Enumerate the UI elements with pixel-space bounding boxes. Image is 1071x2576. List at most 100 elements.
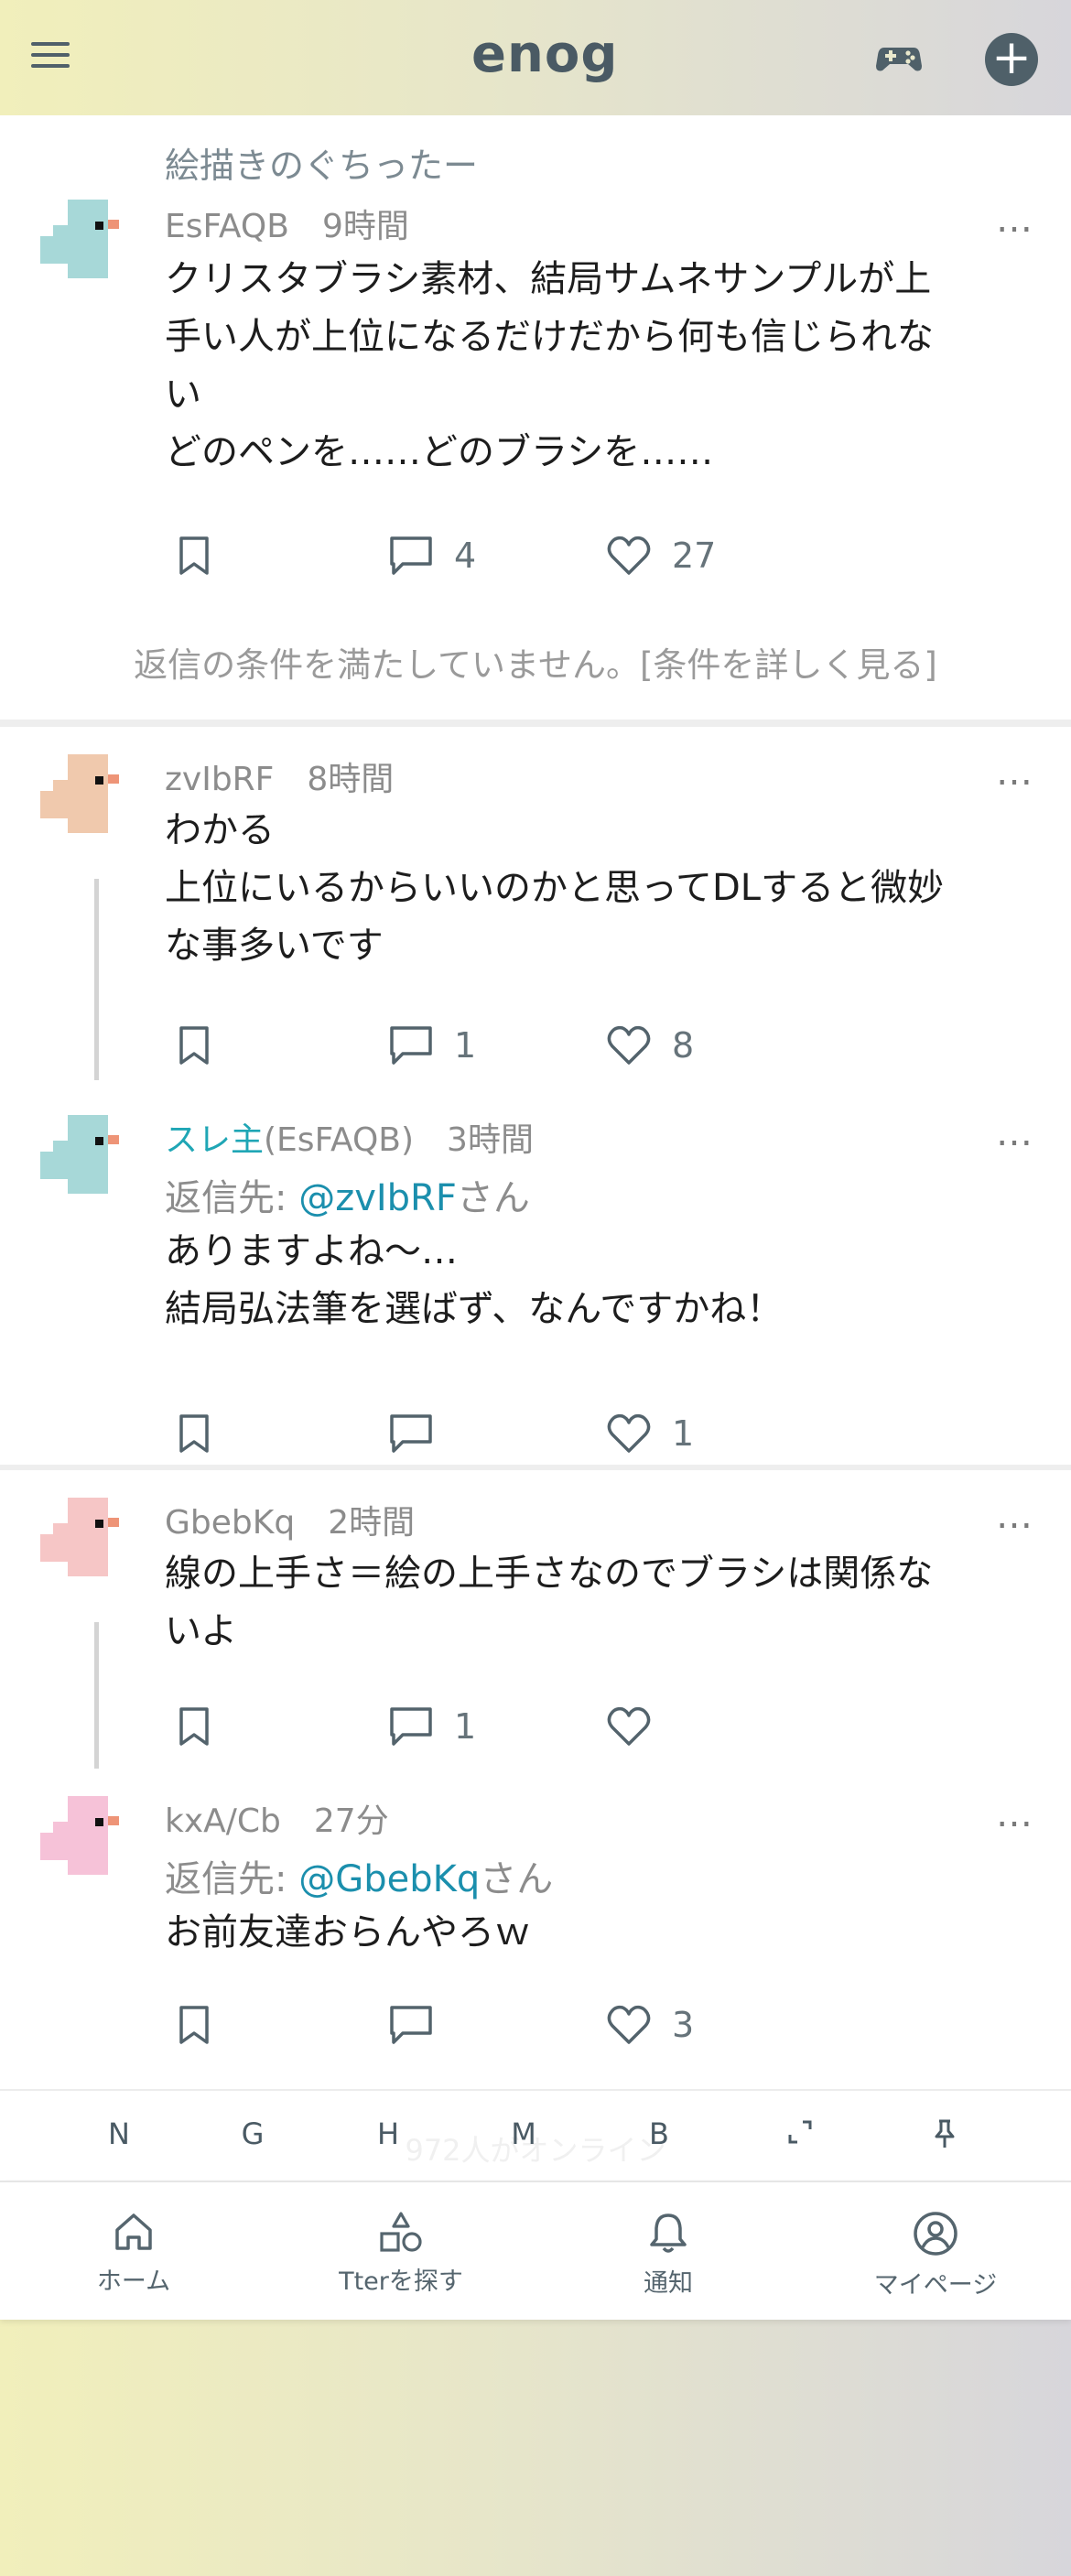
user-circle-icon bbox=[914, 2212, 957, 2256]
like-count: 3 bbox=[672, 2005, 695, 2045]
like-button[interactable] bbox=[606, 1699, 672, 1754]
post-item: GbebKq 2時間 … 線の上手さ＝絵の上手さなのでブラシは関係な いよ 1 bbox=[0, 1470, 1071, 1769]
mention-link[interactable]: @GbebKq bbox=[298, 1858, 480, 1900]
heart-icon bbox=[607, 536, 651, 575]
avatar[interactable] bbox=[40, 1796, 132, 1875]
heart-icon bbox=[607, 1025, 651, 1065]
notice-text: 返信の条件を満たしていません。 bbox=[134, 645, 640, 685]
nav-label: ホーム bbox=[96, 2268, 171, 2296]
post-body: クリスタブラシ素材、結局サムネサンプルが上 手い人が上位になるだけだから何も信じ… bbox=[165, 258, 934, 473]
like-button[interactable]: 1 bbox=[606, 1406, 694, 1461]
community-name[interactable]: 絵描きのぐちったー bbox=[165, 137, 478, 188]
post-item: kxA/Cb 27分 … 返信先: @GbebKqさん お前友達おらんやろｗ 3 bbox=[0, 1769, 1071, 2089]
bookmark-button[interactable] bbox=[176, 1699, 212, 1754]
nav-explore[interactable]: Tterを探す bbox=[282, 2210, 520, 2297]
hamburger-menu-icon[interactable] bbox=[31, 38, 71, 71]
app-logo[interactable]: enog bbox=[471, 29, 618, 81]
comment-button[interactable]: 4 bbox=[388, 528, 476, 583]
op-label: スレ主 bbox=[165, 1121, 265, 1159]
post-body: ありますよね〜… 結局弘法筆を選ばず、なんですかね！ bbox=[165, 1230, 784, 1330]
comment-count: 1 bbox=[454, 1706, 477, 1747]
like-button[interactable]: 27 bbox=[606, 528, 716, 583]
author-name[interactable]: GbebKq bbox=[165, 1504, 295, 1542]
bottom-navigation: ホーム Tterを探す 通知 マイページ bbox=[0, 2181, 1071, 2320]
shortcut-key-b[interactable]: B bbox=[641, 2116, 677, 2151]
like-count: 1 bbox=[672, 1413, 695, 1454]
comment-count: 1 bbox=[454, 1025, 477, 1066]
comment-button[interactable] bbox=[388, 1406, 454, 1461]
bookmark-button[interactable] bbox=[176, 1997, 212, 2052]
heart-icon bbox=[607, 1706, 651, 1746]
avatar[interactable] bbox=[40, 200, 132, 278]
bookmark-icon bbox=[179, 1707, 209, 1746]
comment-count: 4 bbox=[454, 536, 477, 576]
author-name[interactable]: kxA/Cb bbox=[165, 1802, 281, 1840]
heart-icon bbox=[607, 1413, 651, 1453]
thread-feed: 絵描きのぐちったー EsFAQB 9時間 … クリスタブラシ素材、結局サムネサンプ… bbox=[0, 115, 1071, 2318]
shortcut-key-m[interactable]: M bbox=[505, 2116, 542, 2151]
shortcut-bar: 972人がオンライン N G H M B bbox=[0, 2089, 1071, 2182]
post-header: スレ主(EsFAQB) 3時間 bbox=[165, 1113, 534, 1161]
shortcut-key-g[interactable]: G bbox=[234, 2116, 271, 2151]
heart-icon bbox=[607, 2005, 651, 2044]
nav-label: Tterを探す bbox=[339, 2268, 463, 2296]
author-name[interactable]: EsFAQB bbox=[165, 208, 289, 245]
bell-icon bbox=[650, 2213, 687, 2253]
avatar[interactable] bbox=[40, 1498, 132, 1576]
conditions-link[interactable]: [条件を詳しく見る] bbox=[640, 645, 937, 685]
bookmark-button[interactable] bbox=[176, 528, 212, 583]
nav-home[interactable]: ホーム bbox=[15, 2210, 253, 2297]
author-name[interactable]: zvIbRF bbox=[165, 761, 274, 798]
thread-divider bbox=[0, 720, 1071, 727]
expand-icon[interactable] bbox=[782, 2118, 818, 2153]
author-name[interactable]: (EsFAQB) bbox=[264, 1121, 414, 1159]
reply-restriction-notice: 返信の条件を満たしていません。[条件を詳しく見る] bbox=[0, 637, 1071, 687]
reply-to-line: 返信先: @zvIbRFさん bbox=[165, 1177, 530, 1219]
avatar[interactable] bbox=[40, 754, 132, 833]
reply-to-line: 返信先: @GbebKqさん bbox=[165, 1858, 554, 1900]
like-button[interactable]: 3 bbox=[606, 1997, 694, 2052]
more-options-icon[interactable]: … bbox=[996, 754, 1034, 791]
pin-icon[interactable] bbox=[926, 2118, 963, 2157]
like-button[interactable]: 8 bbox=[606, 1018, 694, 1073]
plus-icon: + bbox=[991, 30, 1032, 85]
post-time: 8時間 bbox=[307, 761, 395, 798]
bookmark-button[interactable] bbox=[176, 1018, 212, 1073]
more-options-icon[interactable]: … bbox=[996, 201, 1034, 238]
shapes-icon bbox=[380, 2212, 422, 2252]
nav-mypage[interactable]: マイページ bbox=[817, 2210, 1055, 2300]
bookmark-icon bbox=[179, 1026, 209, 1065]
comment-button[interactable]: 1 bbox=[388, 1699, 476, 1754]
post-item: 絵描きのぐちったー EsFAQB 9時間 … クリスタブラシ素材、結局サムネサンプ… bbox=[0, 115, 1071, 729]
more-options-icon[interactable]: … bbox=[996, 1498, 1034, 1534]
comment-button[interactable] bbox=[388, 1997, 454, 2052]
post-body: 線の上手さ＝絵の上手さなのでブラシは関係な いよ bbox=[165, 1553, 934, 1652]
post-header: EsFAQB 9時間 bbox=[165, 200, 409, 247]
shortcut-key-h[interactable]: H bbox=[370, 2116, 406, 2151]
post-header: kxA/Cb 27分 bbox=[165, 1794, 389, 1842]
comment-icon bbox=[390, 1707, 432, 1746]
bookmark-icon bbox=[179, 1414, 209, 1453]
bookmark-icon bbox=[179, 2006, 209, 2044]
more-options-icon[interactable]: … bbox=[996, 1115, 1034, 1152]
like-count: 8 bbox=[672, 1025, 695, 1066]
gamepad-icon[interactable] bbox=[875, 35, 923, 79]
bookmark-button[interactable] bbox=[176, 1406, 212, 1461]
top-bar: enog + bbox=[0, 0, 1071, 115]
post-time: 27分 bbox=[313, 1802, 389, 1840]
nav-notifications[interactable]: 通知 bbox=[549, 2210, 787, 2299]
comment-icon bbox=[390, 1026, 432, 1065]
shortcut-key-n[interactable]: N bbox=[101, 2116, 137, 2151]
more-options-icon[interactable]: … bbox=[996, 1796, 1034, 1833]
nav-label: 通知 bbox=[644, 2269, 693, 2298]
bookmark-icon bbox=[179, 536, 209, 575]
add-post-button[interactable]: + bbox=[985, 33, 1038, 86]
home-icon bbox=[115, 2213, 152, 2250]
post-time: 3時間 bbox=[447, 1121, 534, 1159]
comment-button[interactable]: 1 bbox=[388, 1018, 476, 1073]
post-header: zvIbRF 8時間 bbox=[165, 752, 394, 800]
comment-icon bbox=[390, 536, 432, 575]
comment-icon bbox=[390, 2006, 432, 2044]
mention-link[interactable]: @zvIbRF bbox=[298, 1177, 457, 1219]
avatar[interactable] bbox=[40, 1115, 132, 1194]
